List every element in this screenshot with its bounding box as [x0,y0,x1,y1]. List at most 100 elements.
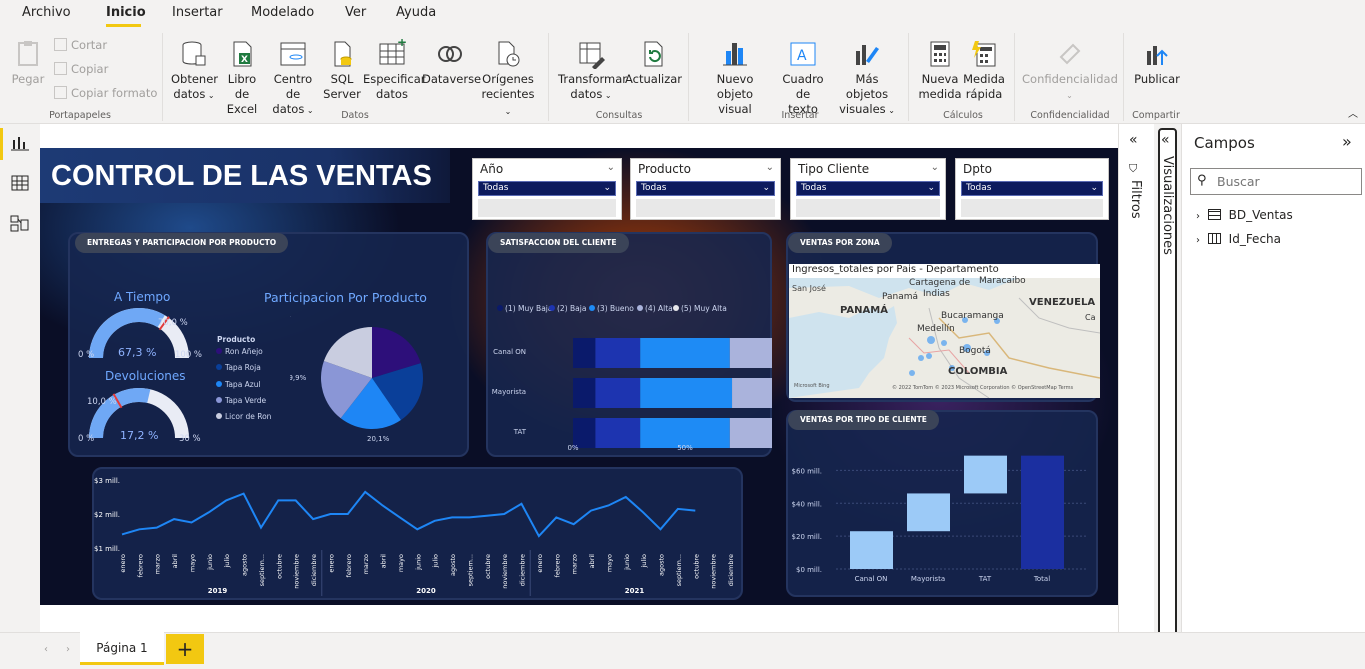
get-data-button[interactable]: Obtener datos ⌄ [171,39,218,103]
panel-title: VENTAS POR TIPO DE CLIENTE [788,410,939,430]
copy-button[interactable]: Copiar [54,62,108,76]
legend-item[interactable]: Ron Añejo [216,347,271,363]
excel-button[interactable]: X Libro de Excel [219,39,265,117]
tab-ver[interactable]: Ver [345,5,366,20]
data-hub-label2: datos [272,102,305,116]
model-view-icon[interactable] [10,214,30,232]
paste-button[interactable]: Pegar [8,39,48,87]
x-tick-label: junio [623,554,631,571]
slicer-dropdown[interactable]: Todas ⌄ [796,181,940,196]
publish-button[interactable]: Publicar [1131,39,1183,87]
slicer-footer [636,199,775,217]
sensitivity-button[interactable]: Confidencialidad ⌄ [1022,39,1118,103]
year-label: 2020 [416,587,436,595]
sensitivity-label: Confidencialidad [1022,72,1118,86]
quick-measure-button[interactable]: Medida rápida [962,39,1006,102]
next-page-icon[interactable]: › [66,644,70,655]
tab-ayuda[interactable]: Ayuda [396,5,436,20]
group-datos: Datos [341,110,369,121]
refresh-button[interactable]: Actualizar [625,39,682,87]
panel-title: ENTREGAS Y PARTICIPACION POR PRODUCTO [75,233,289,253]
map-visual[interactable]: Ingresos_totales por Pais - Departamento… [789,264,1100,398]
collapse-icon[interactable]: « [1129,132,1138,148]
y-tick-label: $20 mill. [792,533,822,541]
slicer-value: Todas [641,183,667,193]
legend-dot [216,413,222,420]
slicer-dpto[interactable]: Dpto Todas ⌄ [955,158,1109,220]
svg-text:+: + [397,39,407,49]
line-chart: $1 mill. $2 mill. $3 mill. enero febrero marz… [94,477,735,596]
x-tick-label: septiem... [466,554,474,586]
slicer-dropdown[interactable]: Todas ⌄ [636,181,775,196]
sql-server-button[interactable]: SQL Server [322,39,362,102]
x-tick-label: Mayorista [911,575,945,583]
slicer-producto[interactable]: Producto ⌄ Todas ⌄ [630,158,781,220]
category-label: Mayorista [492,388,526,396]
slicer-tipo-cliente[interactable]: Tipo Cliente ⌄ Todas ⌄ [790,158,946,220]
add-page-button[interactable]: + [166,634,204,664]
tab-inicio[interactable]: Inicio [106,5,146,20]
gauge-target-label: 70,0 % [158,318,188,328]
cut-button[interactable]: Cortar [54,38,107,52]
more-visuals-icon [852,39,882,69]
report-view-icon[interactable] [10,134,30,152]
enter-data-button[interactable]: + Especificar datos [363,35,426,102]
paste-icon [13,39,43,69]
slicer-dropdown[interactable]: Todas ⌄ [961,181,1103,196]
slicer-ano[interactable]: Año ⌄ Todas ⌄ [472,158,622,220]
field-table-item[interactable]: › Id_Fecha [1196,232,1281,246]
field-table-item[interactable]: › BD_Ventas [1196,208,1293,222]
visualizations-pane[interactable]: « Visualizaciones [1158,128,1177,658]
y-tick-label: $1 mill. [94,545,120,553]
menu-bar: Archivo Inicio Insertar Modelado Ver Ayu… [0,0,1365,29]
date-table-icon [1207,233,1221,244]
format-painter-button[interactable]: Copiar formato [54,86,157,100]
chevron-down-icon: ⌄ [205,91,215,100]
legend-dot [216,396,222,403]
legend-item[interactable]: Tapa Azul [216,380,271,396]
visualizations-label[interactable]: Visualizaciones [1160,156,1175,255]
x-tick-label: mayo [397,554,405,572]
expand-icon[interactable]: » [1342,132,1352,151]
collapse-icon[interactable]: « [1161,132,1170,148]
gauge-max: 100 % [175,350,203,360]
filters-pane[interactable]: « ⛉ Filtros [1118,124,1154,669]
filters-label[interactable]: Filtros [1128,180,1143,219]
gauge-value: 17,2 % [120,429,159,442]
x-tick-label: enero [327,554,335,573]
dataverse-icon [435,39,465,69]
new-measure-button[interactable]: Nueva medida [918,39,962,102]
new-visual-label: Nuevo objeto [716,72,754,101]
x-tick-label: agosto [449,554,457,576]
collapse-ribbon-icon[interactable]: ︿ [1348,105,1358,120]
legend-item[interactable]: Licor de Ron [216,412,271,428]
fields-pane: Campos » ⚲ › BD_Ventas › Id_Fecha [1181,124,1365,669]
svg-text:A: A [797,48,807,64]
data-view-icon[interactable] [10,174,30,192]
x-tick-label: marzo [154,554,162,574]
more-visuals-button[interactable]: Más objetos visuales ⌄ [833,39,901,118]
tab-archivo[interactable]: Archivo [22,5,71,20]
tab-insertar[interactable]: Insertar [172,5,223,20]
data-hub-button[interactable]: Centro de datos ⌄ [266,39,320,118]
dataverse-button[interactable]: Dataverse [422,39,481,87]
tab-modelado[interactable]: Modelado [251,5,314,20]
x-tick-label: febrero [345,554,353,577]
search-field[interactable]: ⚲ [1190,168,1362,195]
prev-page-icon[interactable]: ‹ [44,644,48,655]
gauge-min: 0 % [78,350,95,360]
search-input[interactable] [1217,174,1357,189]
chevron-down-icon: ⌄ [885,106,895,115]
x-tick-label: junio [414,554,422,571]
recent-sources-button[interactable]: Orígenes recientes ⌄ [478,39,538,119]
transform-data-button[interactable]: Transformar datos ⌄ [558,39,627,103]
legend-item[interactable]: Tapa Verde [216,396,271,412]
textbox-button[interactable]: A Cuadro de texto [774,39,832,117]
page-tab[interactable]: Página 1 [80,632,164,665]
ribbon: Pegar Cortar Copiar Copiar formato Porta… [0,29,1365,124]
report-title: CONTROL DE LAS VENTAS [51,160,432,192]
new-visual-button[interactable]: Nuevo objeto visual [698,39,772,117]
slicer-dropdown[interactable]: Todas ⌄ [478,181,616,196]
waterfall-bar [1021,455,1064,569]
legend-item[interactable]: Tapa Roja [216,363,271,379]
